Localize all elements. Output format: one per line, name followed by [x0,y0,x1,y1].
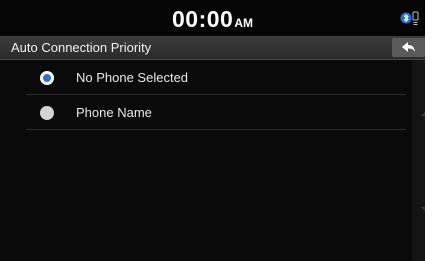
scrollbar[interactable] [412,60,425,261]
list-item[interactable]: Phone Name [26,95,406,130]
radio-button[interactable] [40,106,54,120]
scroll-up-icon[interactable] [421,110,425,116]
title-bar: Auto Connection Priority [0,36,425,60]
head-unit-screen: 00:00AM Auto Connection Priority No Phon… [0,0,425,261]
scroll-down-icon[interactable] [421,207,425,213]
clock-ampm: AM [234,16,253,30]
clock: 00:00AM [0,6,425,33]
back-arrow-icon [402,42,415,52]
option-label: Phone Name [76,105,152,120]
bluetooth-phone-icon [400,11,419,25]
option-list: No Phone Selected Phone Name [0,60,412,130]
list-item[interactable]: No Phone Selected [26,60,406,95]
status-bar: 00:00AM [0,0,425,36]
back-button[interactable] [392,38,425,57]
option-label: No Phone Selected [76,70,189,85]
radio-selected-dot [43,74,51,82]
page-title: Auto Connection Priority [11,40,152,55]
clock-time: 00:00 [172,6,234,32]
radio-button[interactable] [40,71,54,85]
